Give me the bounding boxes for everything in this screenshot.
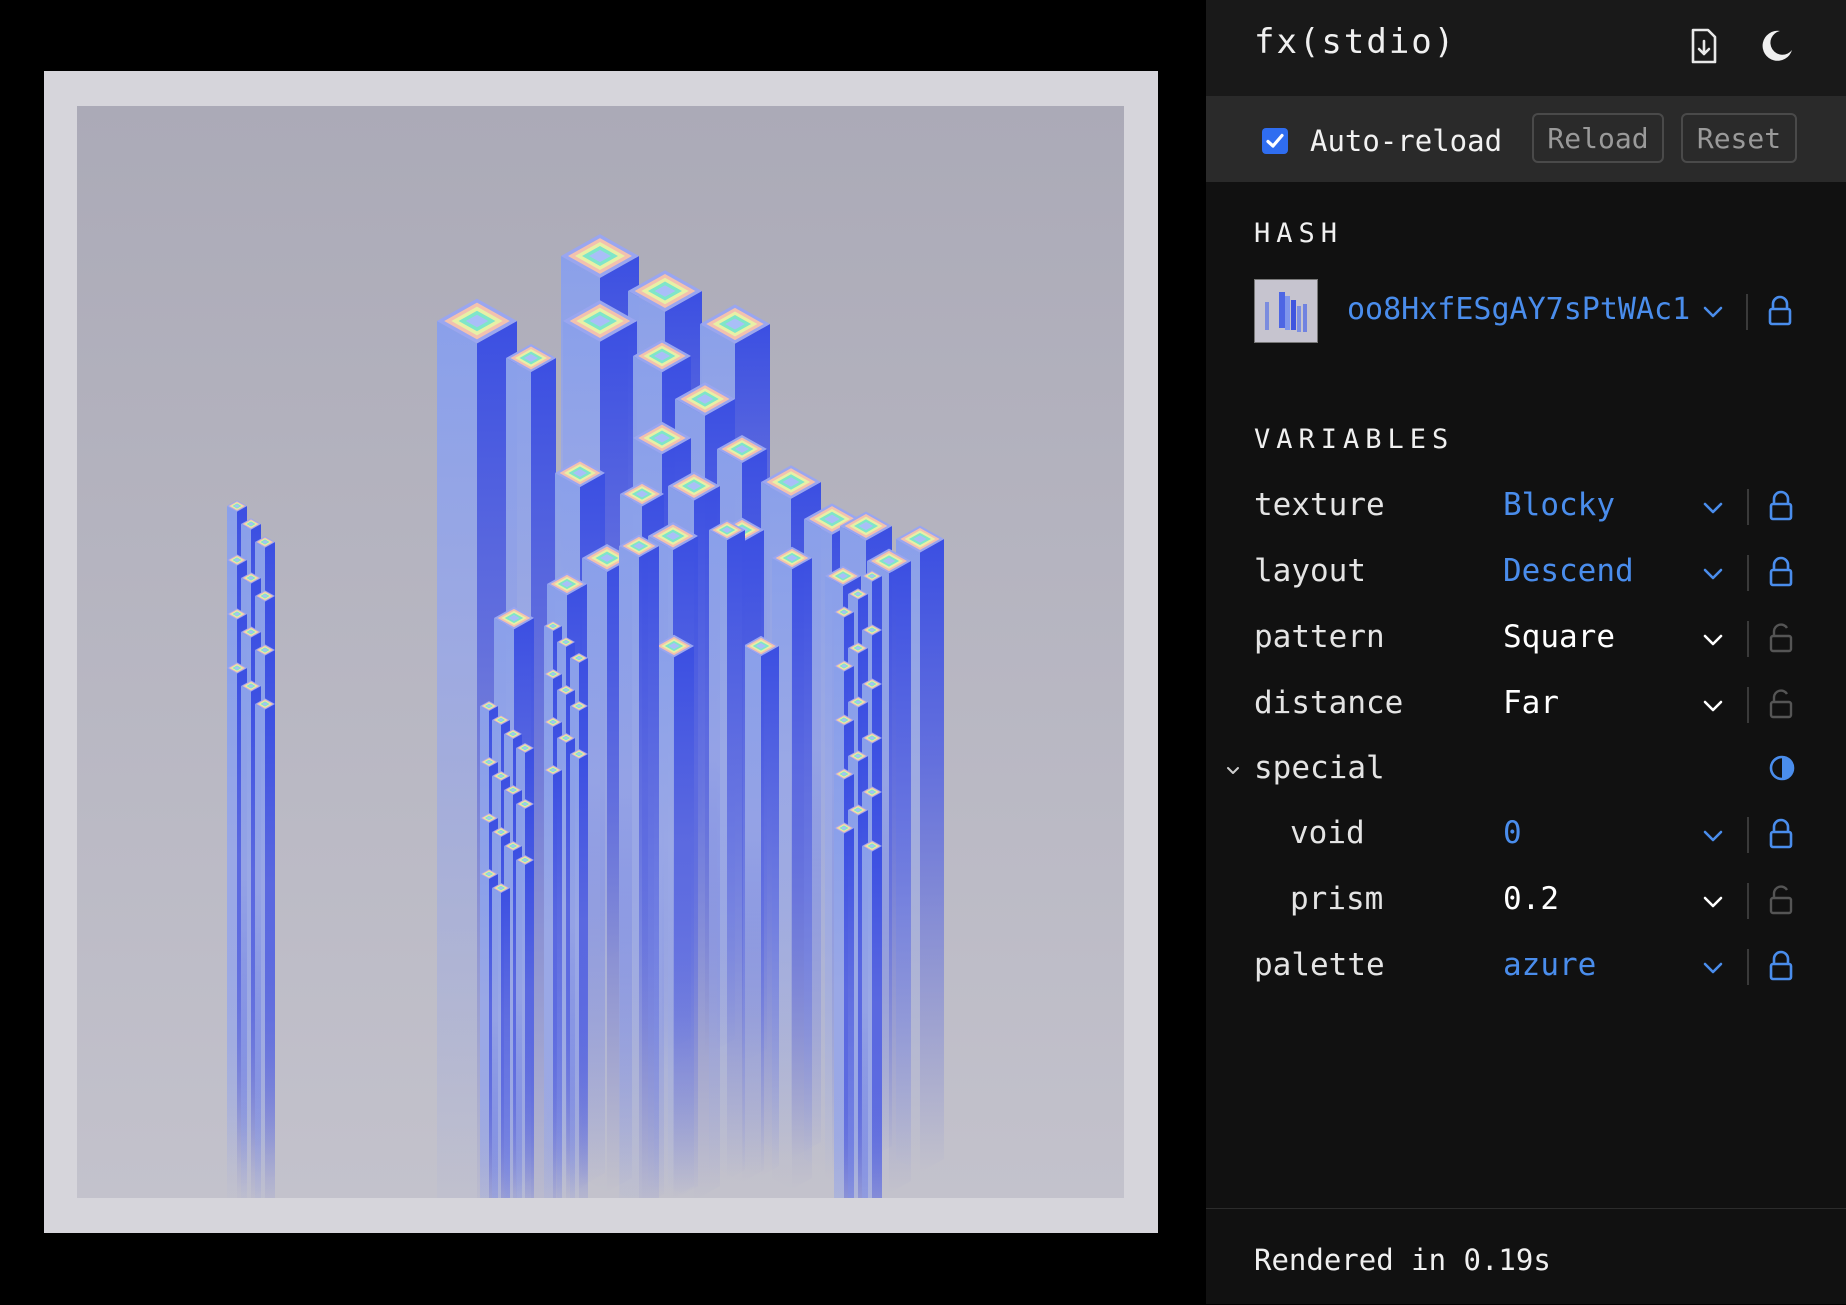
- variable-name: distance: [1254, 685, 1404, 721]
- chevron-down-icon[interactable]: [1702, 829, 1724, 843]
- variable-row-pattern: pattern Square: [1206, 611, 1846, 667]
- lock-closed-icon[interactable]: [1767, 295, 1793, 327]
- hash-thumbnail: [1254, 279, 1318, 343]
- variable-value-select[interactable]: Far: [1503, 685, 1559, 721]
- auto-reload-toggle[interactable]: Auto-reload: [1262, 124, 1502, 158]
- divider: [1747, 817, 1749, 853]
- chevron-down-icon[interactable]: [1702, 633, 1724, 647]
- variable-row-distance: distance Far: [1206, 677, 1846, 733]
- generative-artwork: [77, 106, 1124, 1198]
- auto-reload-checkbox[interactable]: [1262, 128, 1288, 154]
- divider: [1747, 949, 1749, 985]
- checkmark-icon: [1266, 133, 1284, 148]
- chevron-down-icon[interactable]: [1702, 501, 1724, 515]
- app-title: fx(stdio): [1254, 22, 1457, 62]
- variable-value-select[interactable]: 0.2: [1503, 881, 1559, 917]
- lock-closed-icon[interactable]: [1768, 950, 1794, 982]
- moon-icon[interactable]: [1756, 26, 1796, 66]
- render-time-status: Rendered in 0.19s: [1254, 1243, 1551, 1277]
- lock-open-icon[interactable]: [1768, 884, 1794, 916]
- divider: [1747, 489, 1749, 525]
- chevron-down-icon[interactable]: [1702, 961, 1724, 975]
- variable-name: void: [1290, 815, 1365, 851]
- variable-name: palette: [1254, 947, 1385, 983]
- chevron-down-icon[interactable]: [1702, 567, 1724, 581]
- panel-header: fx(stdio): [1206, 0, 1846, 96]
- variable-row-layout: layout Descend: [1206, 545, 1846, 601]
- hash-selector[interactable]: oo8HxfESgAY7sPtWAc1: [1254, 279, 1814, 345]
- chevron-down-icon[interactable]: [1702, 895, 1724, 909]
- status-footer: Rendered in 0.19s: [1206, 1208, 1846, 1305]
- lock-closed-icon[interactable]: [1768, 490, 1794, 522]
- divider: [1747, 621, 1749, 657]
- lock-closed-icon[interactable]: [1768, 556, 1794, 588]
- variable-row-palette: palette azure: [1206, 939, 1846, 995]
- reload-toolbar: Auto-reload Reload Reset: [1206, 96, 1846, 182]
- download-file-icon[interactable]: [1684, 26, 1724, 66]
- variable-name: pattern: [1254, 619, 1385, 655]
- variable-row-prism: prism 0.2: [1206, 873, 1846, 929]
- divider: [1747, 687, 1749, 723]
- lock-open-icon[interactable]: [1768, 688, 1794, 720]
- variable-value-select[interactable]: Blocky: [1503, 487, 1615, 523]
- half-circle-toggle-icon[interactable]: [1768, 754, 1796, 782]
- variable-value-select[interactable]: Descend: [1503, 553, 1634, 589]
- variable-name: prism: [1290, 881, 1384, 917]
- variable-group-name: special: [1254, 750, 1385, 786]
- variable-value-select[interactable]: 0: [1503, 815, 1522, 851]
- hash-value[interactable]: oo8HxfESgAY7sPtWAc1: [1347, 292, 1690, 327]
- hash-section-title: HASH: [1254, 218, 1344, 249]
- control-panel: fx(stdio) Auto-reload Reload Reset HASH: [1206, 0, 1846, 1304]
- reset-button[interactable]: Reset: [1681, 113, 1797, 163]
- variable-row-void: void 0: [1206, 807, 1846, 863]
- lock-open-icon[interactable]: [1768, 622, 1794, 654]
- divider: [1746, 294, 1748, 330]
- canvas-area: [0, 0, 1206, 1304]
- artwork-frame: [44, 71, 1158, 1233]
- variables-section-title: VARIABLES: [1254, 424, 1455, 455]
- chevron-down-icon[interactable]: [1702, 699, 1724, 713]
- variable-value-select[interactable]: azure: [1503, 947, 1596, 983]
- variable-name: layout: [1254, 553, 1366, 589]
- chevron-down-icon[interactable]: [1226, 766, 1240, 776]
- variable-group-special[interactable]: special: [1206, 742, 1846, 798]
- lock-closed-icon[interactable]: [1768, 818, 1794, 850]
- reload-button[interactable]: Reload: [1532, 113, 1664, 163]
- variable-row-texture: texture Blocky: [1206, 479, 1846, 535]
- divider: [1747, 555, 1749, 591]
- variable-value-select[interactable]: Square: [1503, 619, 1615, 655]
- auto-reload-label: Auto-reload: [1310, 124, 1503, 158]
- divider: [1747, 883, 1749, 919]
- chevron-down-icon[interactable]: [1702, 305, 1724, 319]
- variable-name: texture: [1254, 487, 1385, 523]
